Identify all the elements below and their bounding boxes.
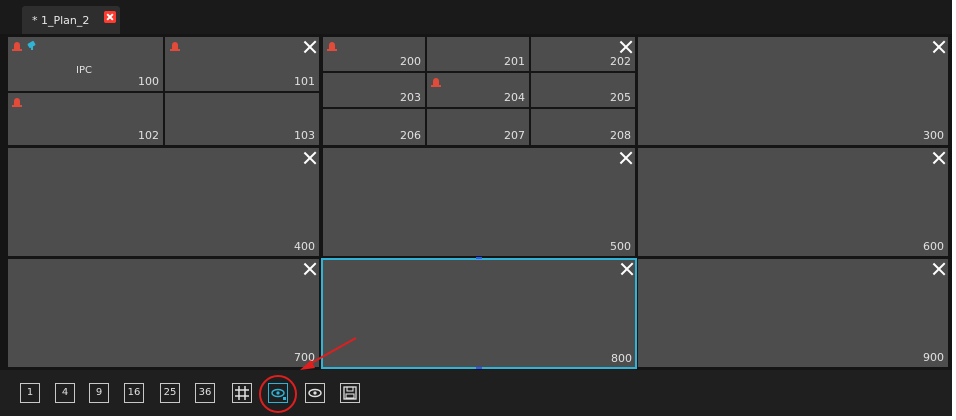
annotation-arrow	[300, 337, 357, 370]
